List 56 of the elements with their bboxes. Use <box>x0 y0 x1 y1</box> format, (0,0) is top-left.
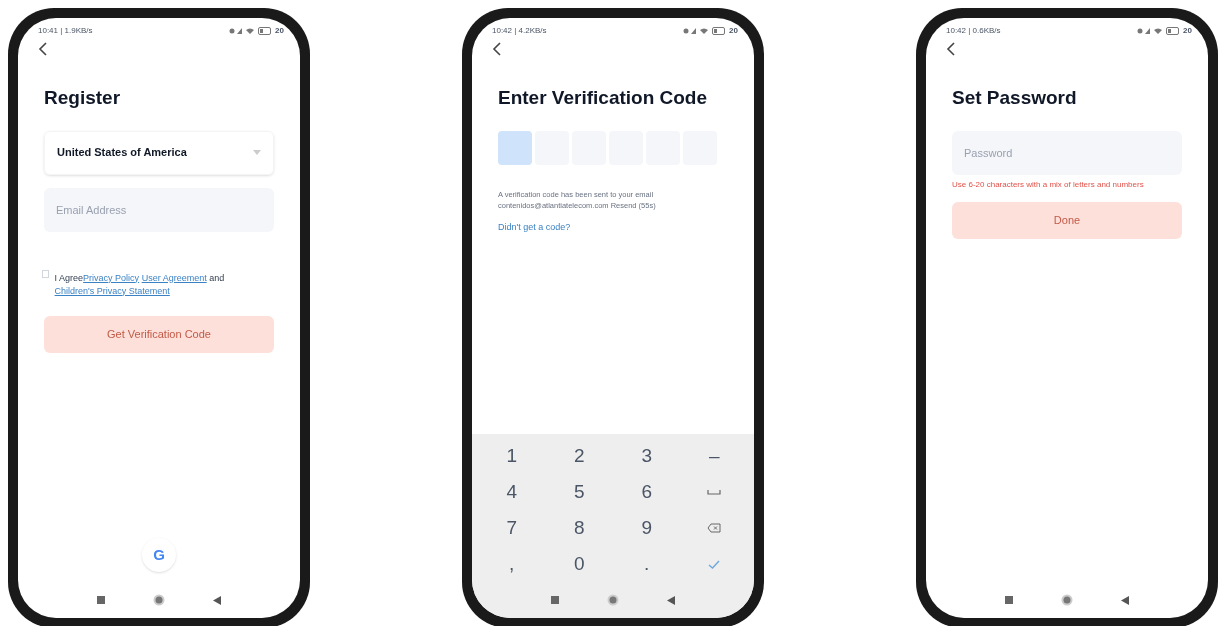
password-hint: Use 6-20 characters with a mix of letters and numbers <box>952 179 1145 190</box>
country-select[interactable]: United States of America <box>44 130 274 175</box>
keyboard-key[interactable]: 6 <box>613 474 681 510</box>
screen-title: Register <box>44 86 122 110</box>
home-icon[interactable] <box>1061 594 1073 606</box>
dropdown-caret-icon <box>253 150 261 155</box>
recent-apps-icon[interactable] <box>97 596 105 604</box>
email-field[interactable]: Email Address <box>44 187 274 232</box>
back-triangle-icon[interactable] <box>1121 595 1129 605</box>
home-icon[interactable] <box>153 594 165 606</box>
battery-icon <box>712 27 727 35</box>
back-triangle-icon[interactable] <box>213 595 221 605</box>
status-time: 10:42 | 0.6KB/s <box>946 25 1001 37</box>
keyboard-key[interactable]: , <box>478 546 546 582</box>
screen-title: Enter Verification Code <box>498 86 709 110</box>
battery-icon <box>1166 27 1181 35</box>
keyboard-key[interactable]: 3 <box>613 438 681 474</box>
battery-level: 20 <box>729 25 738 37</box>
keyboard-key[interactable]: 1 <box>478 438 546 474</box>
signal-icons <box>1137 27 1164 35</box>
back-icon[interactable] <box>38 42 48 56</box>
backspace-icon <box>707 523 722 533</box>
signal-icons <box>229 27 256 35</box>
keyboard-key[interactable]: 8 <box>545 510 613 546</box>
space-key-icon <box>707 489 722 495</box>
policy-link[interactable]: User Agreement <box>141 272 207 283</box>
check-icon <box>708 559 721 569</box>
keyboard-key[interactable]: 9 <box>613 510 681 546</box>
code-digit-box[interactable] <box>498 130 532 165</box>
battery-level: 20 <box>1183 25 1192 37</box>
back-triangle-icon[interactable] <box>667 595 675 605</box>
keyboard-key[interactable]: – <box>680 438 748 474</box>
back-icon[interactable] <box>946 42 956 56</box>
screen-title: Set Password <box>952 86 1078 110</box>
keyboard-key[interactable]: 7 <box>478 510 546 546</box>
keyboard-key[interactable]: 0 <box>545 546 613 582</box>
keyboard-key[interactable]: 5 <box>545 474 613 510</box>
policy-link[interactable]: Privacy Policy <box>83 272 140 283</box>
back-icon[interactable] <box>492 42 502 56</box>
password-field[interactable]: Password <box>952 130 1182 175</box>
battery-level: 20 <box>275 25 284 37</box>
recent-apps-icon[interactable] <box>551 596 559 604</box>
home-icon[interactable] <box>607 594 619 606</box>
status-time: 10:41 | 1.9KB/s <box>38 25 93 37</box>
google-login-button[interactable]: G <box>142 538 176 572</box>
status-time: 10:42 | 4.2KB/s <box>492 25 547 37</box>
agreement-checkbox[interactable] <box>42 269 49 278</box>
keyboard-key[interactable]: 4 <box>478 474 546 510</box>
keyboard-key[interactable]: 2 <box>545 438 613 474</box>
signal-icons <box>683 27 710 35</box>
help-link[interactable]: Didn't get a code? <box>498 220 728 234</box>
battery-icon <box>258 27 273 35</box>
recent-apps-icon[interactable] <box>1005 596 1013 604</box>
policy-link[interactable]: Children's Privacy Statement <box>54 285 170 296</box>
agreement-text: I AgreePrivacy Policy User Agreement and Children's Privacy Statement <box>54 271 226 298</box>
keyboard-key[interactable]: . <box>613 546 681 582</box>
